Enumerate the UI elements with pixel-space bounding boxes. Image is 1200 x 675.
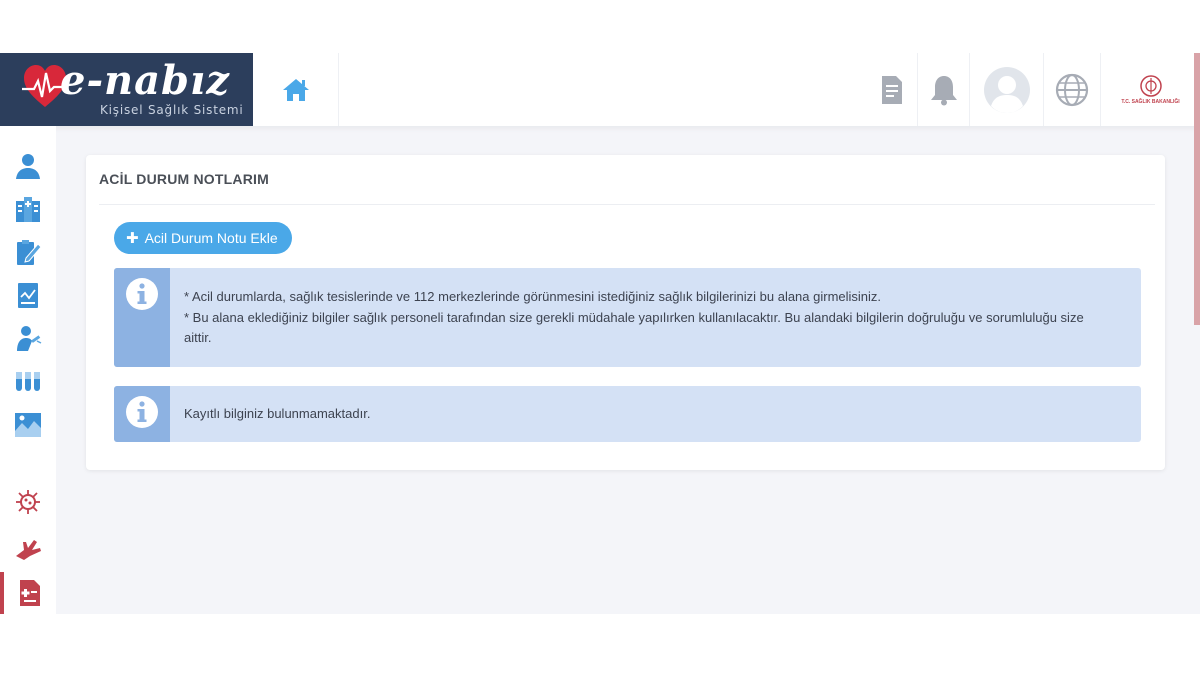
sidebar-item-profile[interactable]: [0, 146, 56, 186]
sidebar-item-emergency-notes[interactable]: [0, 572, 56, 614]
document-icon: [882, 75, 902, 104]
page-title: ACİL DURUM NOTLARIM: [99, 171, 269, 187]
home-button[interactable]: [253, 53, 339, 126]
info-icon: [126, 278, 158, 310]
hospital-icon: [16, 197, 40, 222]
info-icon-panel: [114, 386, 170, 442]
header-actions: T.C. SAĞLIK BAKANLIĞI: [867, 53, 1200, 126]
home-icon: [282, 78, 309, 101]
sidebar-item-vaccines[interactable]: [0, 318, 56, 358]
organ-donation-icon: [16, 540, 41, 560]
add-button-label: Acil Durum Notu Ekle: [144, 230, 278, 246]
ministry-emblem-icon: [1139, 75, 1162, 97]
sidebar-item-prescriptions[interactable]: [0, 232, 56, 272]
report-icon: [18, 283, 38, 308]
bell-icon: [930, 75, 957, 105]
top-bar: e-nabız Kişisel Sağlık Sistemi T.C. SAĞL…: [0, 53, 1200, 126]
add-emergency-note-button[interactable]: ✚ Acil Durum Notu Ekle: [114, 222, 292, 254]
plus-icon: ✚: [126, 230, 139, 247]
brand-title: e-nabız: [60, 57, 230, 104]
virus-icon: [16, 490, 40, 514]
vaccine-icon: [17, 326, 42, 351]
language-button[interactable]: [1043, 53, 1100, 126]
empty-message: Kayıtlı bilginiz bulunmamaktadır.: [184, 406, 371, 421]
user-avatar-icon: [983, 66, 1030, 113]
sidebar-item-covid[interactable]: [0, 482, 56, 522]
profile-button[interactable]: [969, 53, 1043, 126]
emergency-notes-card: ACİL DURUM NOTLARIM ✚ Acil Durum Notu Ek…: [86, 155, 1165, 470]
sidebar-item-organ-donation[interactable]: [0, 528, 56, 568]
sidebar-item-lab-results[interactable]: [0, 361, 56, 401]
sidebar-item-reports[interactable]: [0, 275, 56, 315]
brand-logo[interactable]: e-nabız Kişisel Sağlık Sistemi: [0, 53, 253, 126]
sidebar-item-hospital[interactable]: [0, 189, 56, 229]
title-divider: [99, 204, 1155, 205]
globe-icon: [1055, 73, 1089, 106]
info-icon-panel: [114, 268, 170, 367]
app-frame: e-nabız Kişisel Sağlık Sistemi T.C. SAĞL…: [0, 53, 1200, 614]
scroll-indicator[interactable]: [1194, 53, 1200, 325]
info-text: * Acil durumlarda, sağlık tesislerinde v…: [184, 287, 1101, 349]
radiology-icon: [15, 413, 41, 437]
info-icon: [126, 396, 158, 428]
info-line-1: * Acil durumlarda, sağlık tesislerinde v…: [184, 289, 882, 304]
sidebar: [0, 126, 56, 614]
documents-button[interactable]: [867, 53, 917, 126]
sidebar-item-radiology[interactable]: [0, 405, 56, 445]
brand-subtitle: Kişisel Sağlık Sistemi: [100, 103, 244, 117]
emergency-note-icon: [20, 580, 40, 606]
user-icon: [16, 154, 40, 179]
info-alert: * Acil durumlarda, sağlık tesislerinde v…: [114, 268, 1141, 367]
prescription-icon: [17, 240, 42, 265]
ministry-logo[interactable]: T.C. SAĞLIK BAKANLIĞI: [1100, 53, 1200, 126]
info-line-2: * Bu alana eklediğiniz bilgiler sağlık p…: [184, 309, 1084, 346]
ministry-label: T.C. SAĞLIK BAKANLIĞI: [1121, 99, 1180, 105]
notifications-button[interactable]: [917, 53, 969, 126]
empty-state-alert: Kayıtlı bilginiz bulunmamaktadır.: [114, 386, 1141, 442]
test-tubes-icon: [16, 372, 40, 391]
